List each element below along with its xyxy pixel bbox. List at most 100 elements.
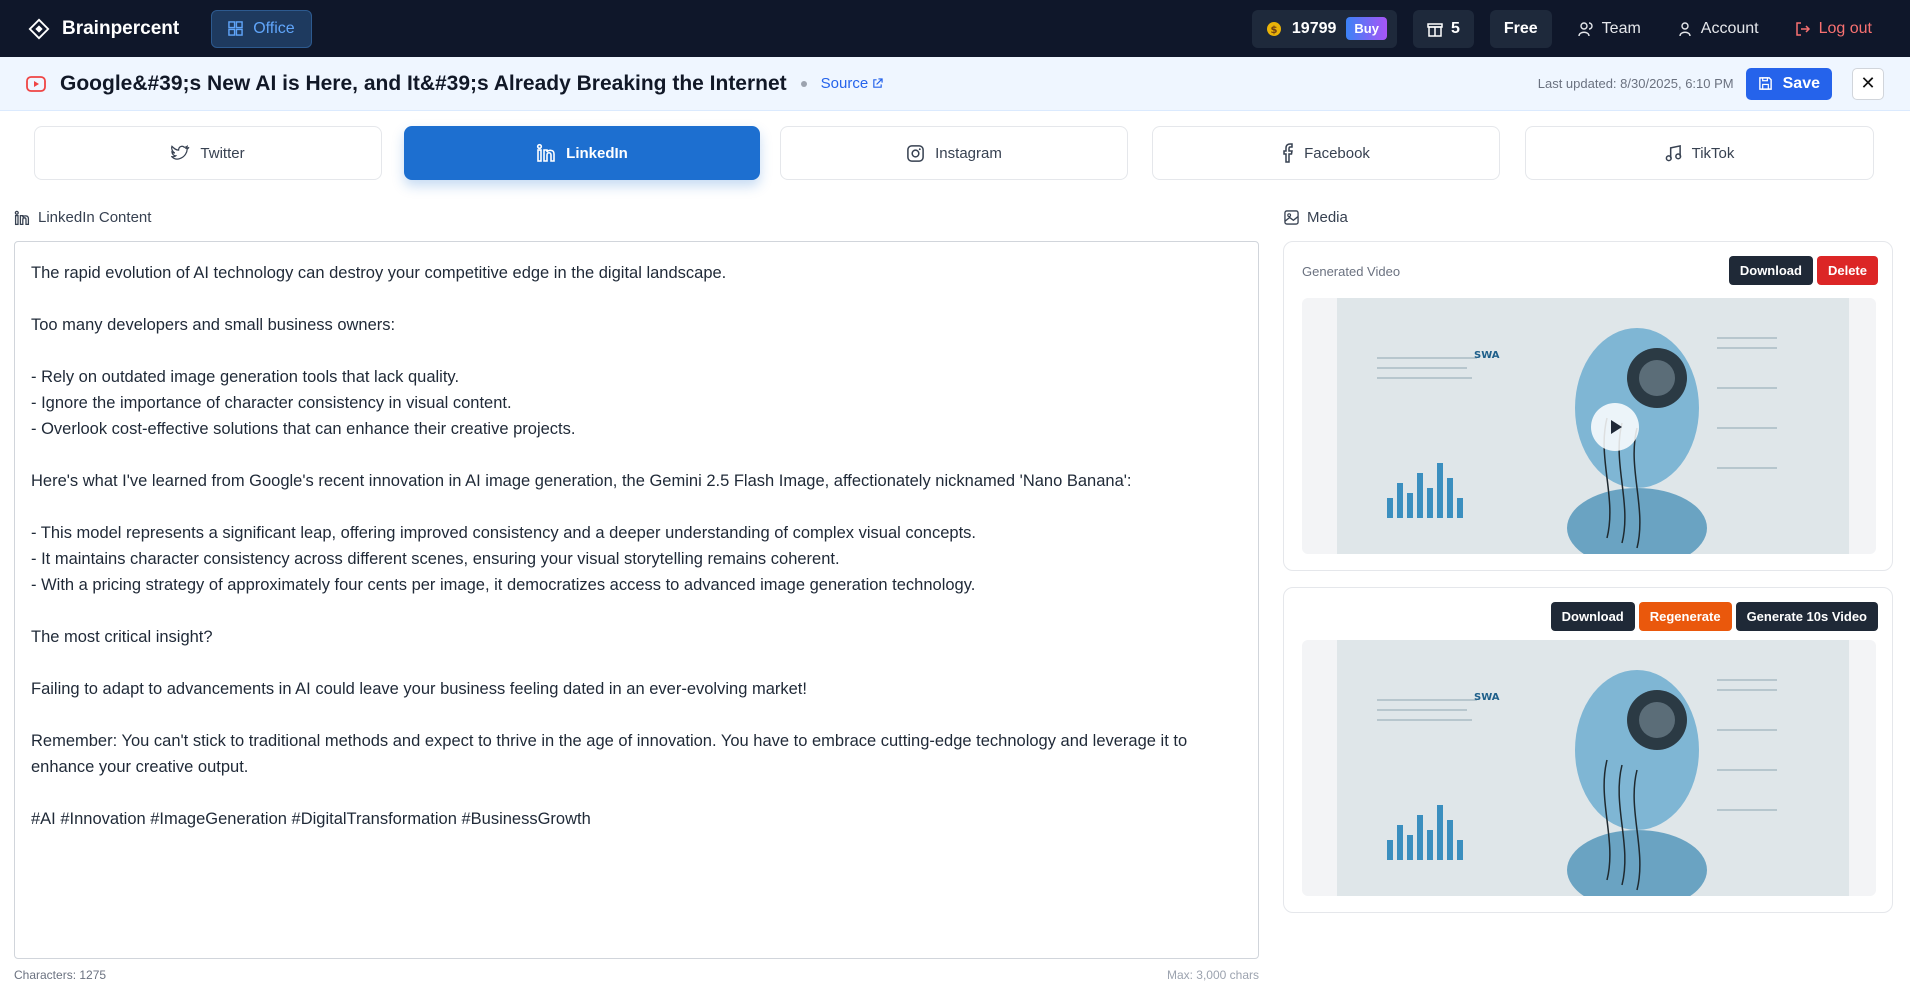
title-bar: Google&#39;s New AI is Here, and It&#39;… xyxy=(0,57,1910,111)
tab-label: Facebook xyxy=(1304,144,1370,162)
generated-image[interactable]: SWA xyxy=(1302,640,1876,896)
content-line: - With a pricing strategy of approximate… xyxy=(31,576,976,594)
linkedin-icon xyxy=(14,210,30,225)
content-line: #AI #Innovation #ImageGeneration #Digita… xyxy=(31,810,591,828)
content-line: Remember: You can't stick to traditional… xyxy=(31,732,1188,750)
logout-label: Log out xyxy=(1818,19,1872,37)
user-icon xyxy=(1679,21,1691,36)
max-characters: Max: 3,000 chars xyxy=(1166,968,1259,982)
credits-value: 19799 xyxy=(1291,19,1337,37)
content-line xyxy=(31,494,1242,520)
team-label: Team xyxy=(1601,19,1641,37)
generate-video-button[interactable]: Generate 10s Video xyxy=(1735,602,1878,631)
instagram-icon xyxy=(907,144,925,162)
users-icon xyxy=(1577,21,1593,36)
source-label: Source xyxy=(820,75,869,92)
image-preview: SWA xyxy=(1337,640,1849,896)
content-line: Failing to adapt to advancements in AI c… xyxy=(31,680,807,698)
count-value: 5 xyxy=(1450,19,1460,37)
account-link[interactable]: Account xyxy=(1667,20,1769,38)
generated-video-card: Generated Video Download Delete SWA xyxy=(1283,241,1893,571)
plan-label: Free xyxy=(1503,19,1538,37)
video-label: Generated Video xyxy=(1302,264,1401,279)
content-line: - This model represents a significant le… xyxy=(31,524,977,542)
media-heading: Media xyxy=(1284,209,1348,226)
tab-label: Instagram xyxy=(935,144,1002,162)
content-line: The most critical insight? xyxy=(31,628,213,646)
generated-image-card: Download Regenerate Generate 10s Video S… xyxy=(1283,587,1893,913)
content-line xyxy=(31,702,1242,728)
play-icon xyxy=(1611,420,1622,434)
save-icon xyxy=(1758,77,1772,90)
content-line xyxy=(31,780,1242,806)
content-line xyxy=(31,442,1242,468)
regenerate-button[interactable]: Regenerate xyxy=(1638,602,1732,631)
save-label: Save xyxy=(1782,74,1820,92)
gift-icon xyxy=(1427,22,1443,37)
linkedin-icon xyxy=(537,143,555,162)
content-line: - Rely on outdated image generation tool… xyxy=(31,368,460,386)
tab-label: Twitter xyxy=(200,144,245,162)
brand-name: Brainpercent xyxy=(62,17,180,39)
image-icon xyxy=(1284,210,1299,225)
twitter-icon xyxy=(171,145,190,160)
tab-instagram[interactable]: Instagram xyxy=(780,126,1128,180)
download-video-button[interactable]: Download xyxy=(1728,256,1813,285)
play-button[interactable] xyxy=(1591,403,1639,451)
close-button[interactable]: ✕ xyxy=(1852,67,1884,100)
download-image-button[interactable]: Download xyxy=(1550,602,1635,631)
brand[interactable]: Brainpercent xyxy=(28,18,179,40)
office-label: Office xyxy=(253,19,295,37)
top-navbar: Brainpercent Office $ 19799 Buy 5 Free T… xyxy=(0,0,1910,57)
source-link[interactable]: Source xyxy=(821,75,884,92)
media-heading-label: Media xyxy=(1307,209,1348,226)
tiktok-icon xyxy=(1665,144,1681,161)
svg-text:$: $ xyxy=(1270,25,1277,36)
last-updated: Last updated: 8/30/2025, 6:10 PM xyxy=(1537,76,1734,91)
credits-balance: $ 19799 Buy xyxy=(1251,9,1397,48)
tab-facebook[interactable]: Facebook xyxy=(1152,126,1500,180)
content-line: The rapid evolution of AI technology can… xyxy=(31,264,727,282)
content-line xyxy=(31,650,1242,676)
logout-icon xyxy=(1795,21,1810,36)
delete-video-button[interactable]: Delete xyxy=(1816,256,1878,285)
linkedin-content-editor[interactable]: The rapid evolution of AI technology can… xyxy=(14,241,1259,959)
grid-icon xyxy=(228,21,243,36)
brand-logo-icon xyxy=(28,18,50,39)
account-label: Account xyxy=(1700,19,1759,37)
platform-tabs: Twitter LinkedIn Instagram Facebook TikT… xyxy=(34,126,1874,182)
plan-badge[interactable]: Free xyxy=(1489,9,1552,48)
content-line: Too many developers and small business o… xyxy=(31,316,396,334)
page-title: Google&#39;s New AI is Here, and It&#39;… xyxy=(60,71,787,95)
tab-twitter[interactable]: Twitter xyxy=(34,126,382,180)
character-count: Characters: 1275 xyxy=(14,968,107,982)
content-line xyxy=(31,598,1242,624)
video-player[interactable]: SWA xyxy=(1302,298,1876,554)
logout-link[interactable]: Log out xyxy=(1785,20,1882,38)
content-line xyxy=(31,338,1242,364)
content-line: - Overlook cost-effective solutions that… xyxy=(31,420,576,438)
team-link[interactable]: Team xyxy=(1568,20,1651,38)
tab-label: TikTok xyxy=(1691,144,1735,162)
tab-linkedin[interactable]: LinkedIn xyxy=(404,126,760,180)
coin-icon: $ xyxy=(1266,21,1281,36)
svg-text:SWA: SWA xyxy=(1474,350,1500,361)
close-icon: ✕ xyxy=(1860,73,1876,93)
title-separator xyxy=(800,80,807,87)
content-line xyxy=(31,286,1242,312)
buy-button[interactable]: Buy xyxy=(1346,17,1387,40)
content-line: - It maintains character consistency acr… xyxy=(31,550,840,568)
content-line: enhance your creative output. xyxy=(31,758,249,776)
content-line: Here's what I've learned from Google's r… xyxy=(31,472,1132,490)
svg-text:SWA: SWA xyxy=(1474,692,1500,703)
content-line: - Ignore the importance of character con… xyxy=(31,394,512,412)
item-count[interactable]: 5 xyxy=(1412,9,1474,48)
external-link-icon xyxy=(873,78,883,88)
tab-label: LinkedIn xyxy=(566,144,628,162)
facebook-icon xyxy=(1283,143,1293,163)
save-button[interactable]: Save xyxy=(1745,67,1832,100)
youtube-icon xyxy=(26,75,46,92)
tab-tiktok[interactable]: TikTok xyxy=(1525,126,1874,180)
office-button[interactable]: Office xyxy=(211,9,312,48)
content-heading: LinkedIn Content xyxy=(14,209,151,226)
